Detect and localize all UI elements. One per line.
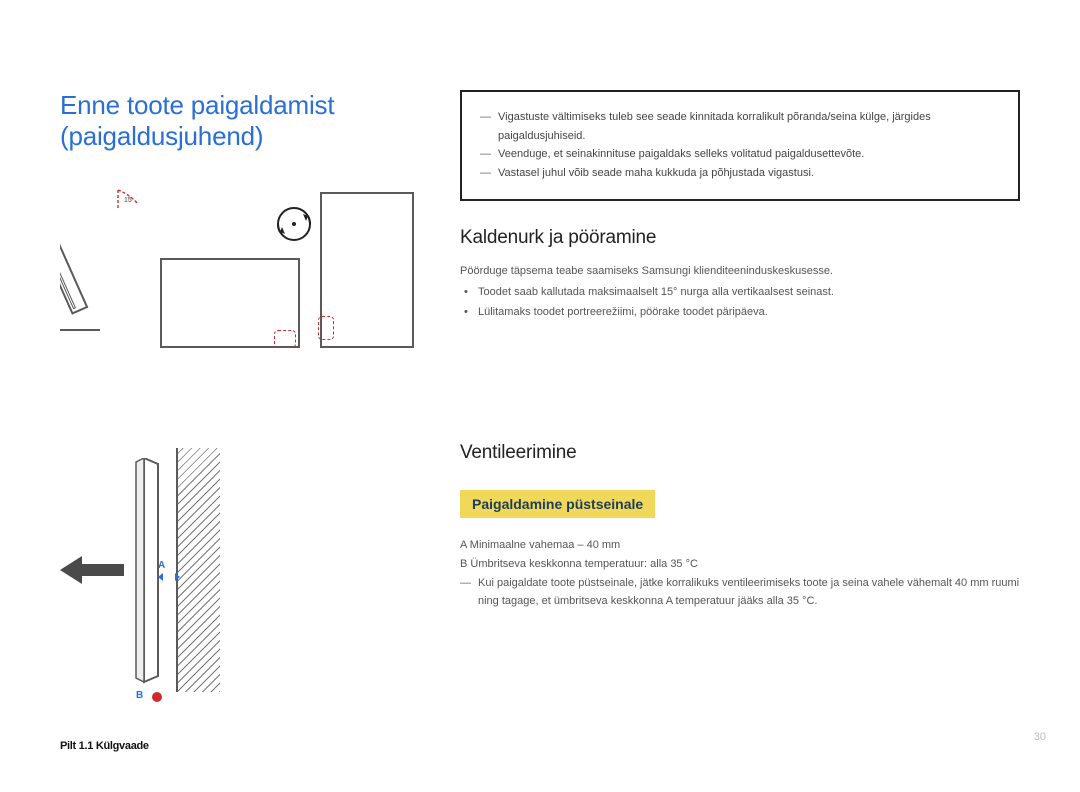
context-note: Pöörduge täpsema teabe saamiseks Samsung… bbox=[460, 265, 1020, 277]
landscape-panel-illustration bbox=[160, 258, 300, 348]
vent-bullet: Kui paigaldate toote püstseinale, jätke … bbox=[460, 574, 1020, 611]
gap-indicator bbox=[162, 576, 176, 578]
diagram-tilt-rotate: 15 bbox=[60, 188, 420, 368]
section-heading-vent: Ventileerimine bbox=[460, 442, 1020, 464]
angle-label: 15 bbox=[124, 197, 132, 204]
warning-box: Vigastuste vältimiseks tuleb see seade k… bbox=[460, 90, 1020, 201]
warning-line: Vastasel juhul võib seade maha kukkuda j… bbox=[480, 164, 1000, 183]
warning-line: Vigastuste vältimiseks tuleb see seade k… bbox=[480, 108, 1000, 145]
bullet-item: Lülitamaks toodet portreerežiimi, pöörak… bbox=[460, 303, 1020, 323]
label-b: B bbox=[136, 690, 143, 701]
wall-hatching bbox=[176, 448, 220, 692]
section-heading-tilt: Kaldenurk ja pööramine bbox=[460, 227, 1020, 249]
portrait-panel-illustration bbox=[320, 192, 414, 348]
vent-body: A Minimaalne vahemaa – 40 mm B Ümbritsev… bbox=[460, 536, 1020, 611]
tilt-bullets: Toodet saab kallutada maksimaalselt 15° … bbox=[460, 283, 1020, 323]
vent-line-a: A Minimaalne vahemaa – 40 mm bbox=[460, 536, 1020, 555]
subheading-highlight: Paigaldamine püstseinale bbox=[460, 490, 655, 518]
tilt-panel-illustration: 15 bbox=[60, 188, 170, 368]
page-title: Enne toote paigaldamist (paigaldusjuhend… bbox=[60, 90, 420, 152]
vent-line-b: B Ümbritseva keskkonna temperatuur: alla… bbox=[460, 555, 1020, 574]
warning-line: Veenduge, et seinakinnituse paigaldaks s… bbox=[480, 145, 1000, 164]
arrow-left-icon bbox=[60, 554, 124, 591]
label-a: A bbox=[158, 560, 165, 571]
bullet-item: Toodet saab kallutada maksimaalselt 15° … bbox=[460, 283, 1020, 303]
rotate-icon bbox=[272, 202, 316, 246]
page-number: 30 bbox=[1034, 731, 1046, 743]
figure-caption: Pilt 1.1 Külgvaade bbox=[60, 740, 420, 752]
diagram-wall-side: A B bbox=[60, 448, 260, 728]
